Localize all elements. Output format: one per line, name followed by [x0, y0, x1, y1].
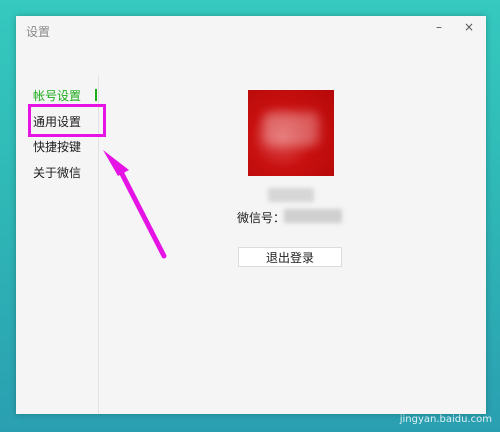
- sidebar-item-label: 关于微信: [33, 166, 82, 180]
- watermark: jingyan.baidu.com: [400, 414, 492, 426]
- sidebar-item-label: 快捷按键: [33, 140, 82, 154]
- active-indicator: [95, 89, 97, 101]
- sidebar-item-label: 帐号设置: [33, 89, 82, 103]
- window-title: 设置: [26, 25, 51, 39]
- avatar: [248, 90, 334, 176]
- minimize-button[interactable]: –: [432, 20, 446, 34]
- nickname-blurred: [268, 188, 314, 202]
- avatar-blur: [263, 112, 319, 146]
- sidebar-item-shortcuts[interactable]: 快捷按键: [33, 137, 81, 157]
- logout-button[interactable]: 退出登录: [238, 247, 342, 267]
- sidebar-item-about-wechat[interactable]: 关于微信: [33, 163, 81, 183]
- watermark-site: jingyan.baidu.com: [399, 414, 492, 425]
- wechat-id-blurred: [284, 209, 342, 223]
- settings-window: 设置 – × 帐号设置 通用设置 快捷按键 关于微信 微信号： 退出登录: [16, 16, 486, 414]
- sidebar-item-account-settings[interactable]: 帐号设置: [33, 86, 81, 106]
- close-button[interactable]: ×: [462, 20, 476, 34]
- wechat-id-label: 微信号：: [237, 211, 286, 225]
- highlight-box: [28, 104, 106, 137]
